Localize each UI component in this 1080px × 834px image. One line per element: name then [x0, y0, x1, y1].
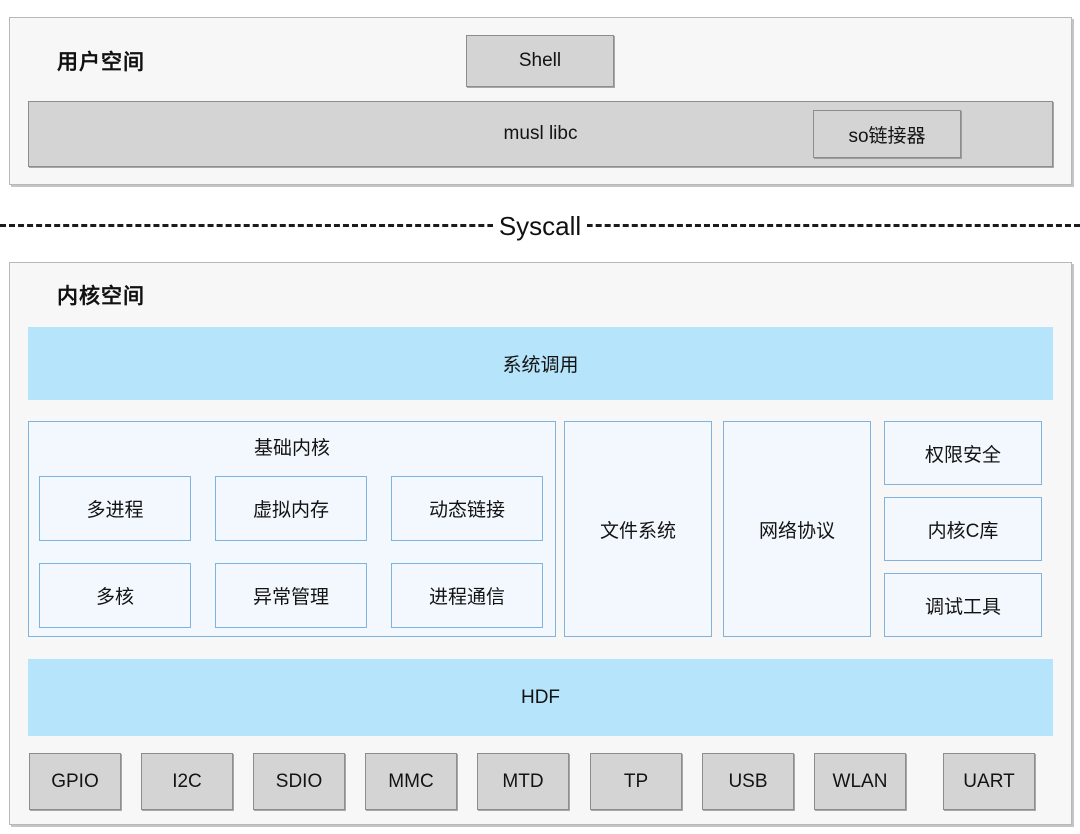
- kernel-space-title: 内核空间: [57, 280, 145, 310]
- debug-tools-box[interactable]: 调试工具: [884, 573, 1042, 637]
- network-protocol-column[interactable]: 网络协议: [723, 421, 871, 637]
- syscall-label-wrap: Syscall: [0, 211, 1080, 242]
- driver-box[interactable]: MTD: [477, 753, 569, 810]
- shell-box[interactable]: Shell: [466, 35, 614, 87]
- base-kernel-title: 基础内核: [28, 433, 556, 460]
- base-kernel-module[interactable]: 多进程: [39, 476, 191, 541]
- filesystem-column[interactable]: 文件系统: [564, 421, 712, 637]
- base-kernel-module[interactable]: 虚拟内存: [215, 476, 367, 541]
- driver-box[interactable]: GPIO: [29, 753, 121, 810]
- security-permission-box[interactable]: 权限安全: [884, 421, 1042, 485]
- user-space-title: 用户空间: [57, 46, 145, 76]
- driver-box[interactable]: MMC: [365, 753, 457, 810]
- driver-box[interactable]: WLAN: [814, 753, 906, 810]
- base-kernel-module[interactable]: 异常管理: [215, 563, 367, 628]
- base-kernel-module[interactable]: 动态链接: [391, 476, 543, 541]
- syscall-band: 系统调用: [28, 327, 1053, 400]
- base-kernel-module[interactable]: 进程通信: [391, 563, 543, 628]
- driver-box[interactable]: TP: [590, 753, 682, 810]
- driver-box[interactable]: SDIO: [253, 753, 345, 810]
- so-linker-box[interactable]: so链接器: [813, 110, 961, 158]
- driver-box[interactable]: USB: [702, 753, 794, 810]
- hdf-band: HDF: [28, 659, 1053, 736]
- driver-box[interactable]: I2C: [141, 753, 233, 810]
- base-kernel-module[interactable]: 多核: [39, 563, 191, 628]
- syscall-divider: Syscall: [0, 224, 1080, 226]
- syscall-label: Syscall: [493, 211, 587, 241]
- kernel-c-library-box[interactable]: 内核C库: [884, 497, 1042, 561]
- architecture-diagram: 用户空间 Shell musl libc so链接器 Syscall 内核空间 …: [0, 0, 1080, 834]
- driver-box[interactable]: UART: [943, 753, 1035, 810]
